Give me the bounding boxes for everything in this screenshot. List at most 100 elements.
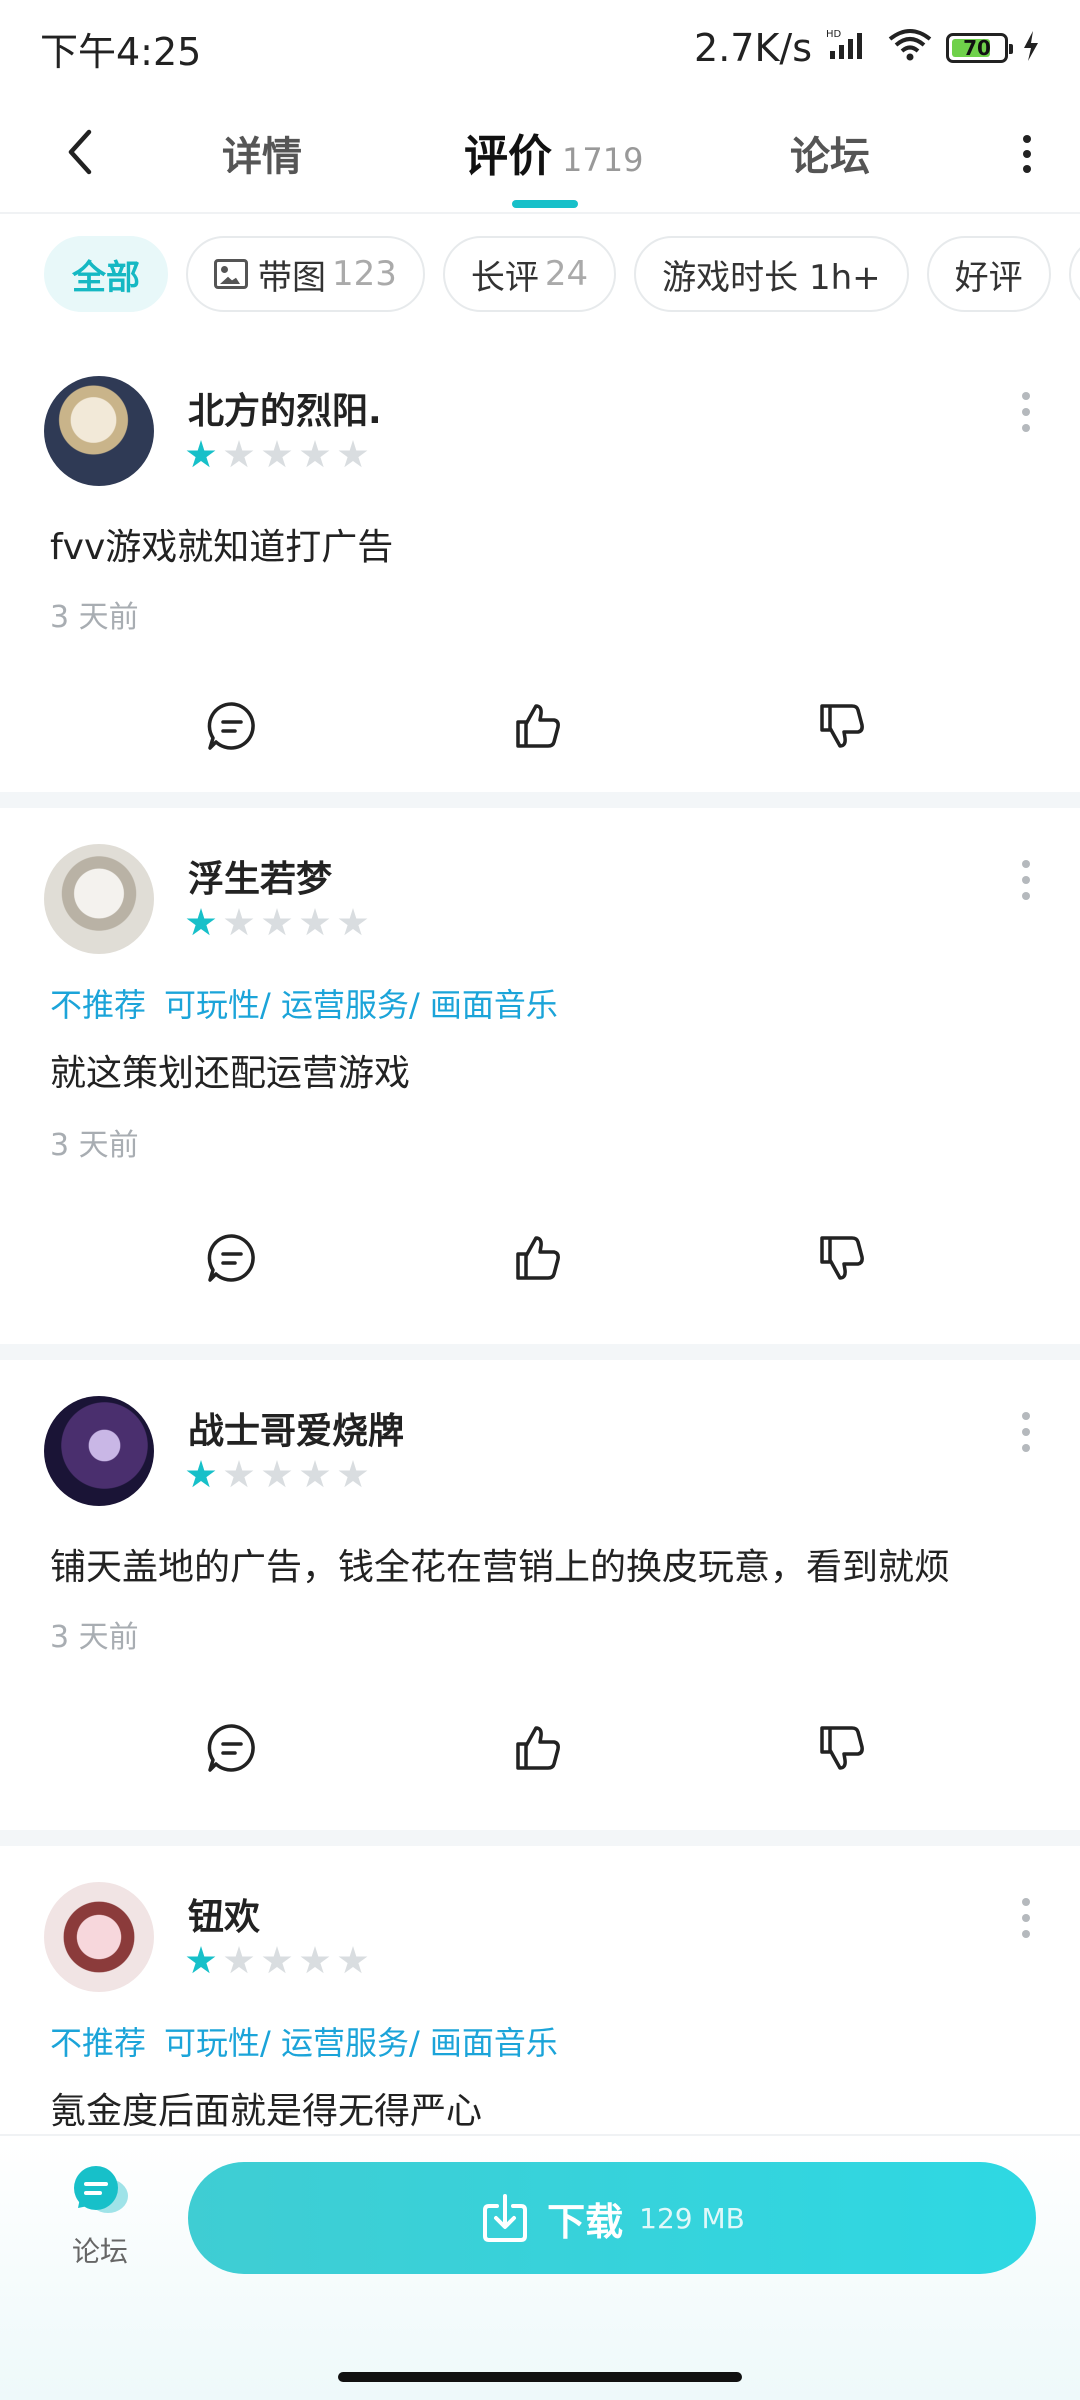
bottom-action-bar: 论坛 下载 129 MB	[0, 2134, 1080, 2400]
download-label: 下载	[547, 2199, 624, 2244]
filter-long-review[interactable]: 长评 24	[442, 236, 617, 312]
status-icons: 2.7K/s HD 70	[694, 26, 1040, 70]
review-card[interactable]: 浮生若梦 不推荐 可玩性/ 运营服务/ 画面音乐 就这策划还配运营游戏 3 天前	[0, 808, 1080, 1344]
battery-level: 70	[963, 36, 991, 60]
tab-reviews-label: 评价	[464, 131, 552, 182]
avatar[interactable]	[44, 376, 154, 486]
more-dot	[1023, 150, 1031, 158]
review-card[interactable]: 北方的烈阳. fvv游戏就知道打广告 3 天前	[0, 340, 1080, 792]
tab-forum[interactable]: 论坛	[790, 124, 870, 182]
review-more-button[interactable]	[1022, 1412, 1030, 1452]
active-tab-indicator	[512, 200, 578, 208]
signal-icon: HD	[826, 26, 874, 70]
wifi-icon	[888, 26, 932, 70]
review-username[interactable]: 浮生若梦	[188, 850, 332, 902]
star-icon	[186, 1460, 216, 1488]
tab-reviews-count: 1719	[562, 141, 644, 179]
tab-details-label: 详情	[222, 134, 302, 180]
review-content[interactable]: 氪金度后面就是得无得严心	[50, 2082, 482, 2134]
tab-reviews[interactable]: 评价 1719	[464, 120, 643, 184]
more-dot	[1022, 1412, 1030, 1420]
star-icon	[186, 908, 216, 936]
review-more-button[interactable]	[1022, 860, 1030, 900]
review-actions	[0, 1218, 1080, 1298]
star-icon	[338, 1460, 368, 1488]
review-actions	[0, 686, 1080, 766]
star-icon	[186, 1946, 216, 1974]
filter-all[interactable]: 全部	[44, 236, 168, 312]
filter-all-label: 全部	[72, 257, 140, 298]
comment-button[interactable]	[192, 1218, 272, 1298]
more-dot	[1022, 1914, 1030, 1922]
review-content[interactable]: fvv游戏就知道打广告	[50, 518, 393, 570]
filter-with-images-count: 123	[332, 254, 397, 294]
back-arrow-icon	[68, 129, 92, 175]
dislike-button[interactable]	[802, 1218, 882, 1298]
section-divider	[0, 792, 1080, 808]
rating-stars	[186, 1460, 368, 1490]
more-dot	[1023, 165, 1031, 173]
more-options-button[interactable]	[1002, 126, 1052, 182]
review-tags: 不推荐 可玩性/ 运营服务/ 画面音乐	[50, 2018, 558, 2064]
more-dot	[1022, 1428, 1030, 1436]
status-time: 下午4:25	[40, 29, 202, 74]
review-content[interactable]: 铺天盖地的广告，钱全花在营销上的换皮玩意，看到就烦	[50, 1538, 950, 1590]
review-username[interactable]: 战士哥爱烧牌	[188, 1402, 404, 1454]
filter-chips: 全部 带图 123 长评 24 游戏时长 1h+ 好评 中评	[0, 236, 1080, 316]
review-content[interactable]: 就这策划还配运营游戏	[50, 1044, 410, 1096]
star-icon	[300, 908, 330, 936]
like-button[interactable]	[498, 1708, 578, 1788]
thumbs-down-icon	[820, 1236, 864, 1280]
filter-with-images[interactable]: 带图 123	[186, 236, 425, 312]
comment-icon	[207, 702, 255, 750]
filter-positive-label: 好评	[954, 257, 1023, 298]
comment-icon	[207, 1724, 255, 1772]
download-button[interactable]: 下载 129 MB	[188, 2162, 1036, 2274]
download-icon	[483, 2194, 528, 2242]
filter-positive[interactable]: 好评	[926, 236, 1051, 312]
comment-icon	[207, 1234, 255, 1282]
review-time: 3 天前	[50, 1620, 139, 1655]
like-button[interactable]	[498, 686, 578, 766]
review-more-button[interactable]	[1022, 392, 1030, 432]
review-card[interactable]: 战士哥爱烧牌 铺天盖地的广告，钱全花在营销上的换皮玩意，看到就烦 3 天前	[0, 1360, 1080, 1830]
thumbs-up-icon	[516, 704, 560, 748]
review-page: 下午4:25 2.7K/s HD 70 详情 评价 1719 论坛 全部 带图 …	[0, 0, 1080, 2400]
recommend-tag: 不推荐	[50, 986, 147, 1024]
dislike-button[interactable]	[802, 1708, 882, 1788]
like-button[interactable]	[498, 1218, 578, 1298]
star-icon	[224, 440, 254, 468]
comment-button[interactable]	[192, 686, 272, 766]
home-indicator[interactable]	[338, 2372, 742, 2382]
more-dot	[1022, 1444, 1030, 1452]
avatar[interactable]	[44, 844, 154, 954]
star-icon	[338, 440, 368, 468]
more-dot	[1022, 1930, 1030, 1938]
battery-icon: 70	[946, 33, 1013, 63]
thumbs-down-icon	[820, 1726, 864, 1770]
avatar[interactable]	[44, 1882, 154, 1992]
avatar[interactable]	[44, 1396, 154, 1506]
review-list: 北方的烈阳. fvv游戏就知道打广告 3 天前 浮生若梦 不推荐 可玩性/ 运营…	[0, 340, 1080, 2186]
more-dot	[1023, 135, 1031, 143]
filter-playtime-label: 游戏时长 1h+	[662, 257, 881, 298]
filter-neutral[interactable]: 中评	[1068, 236, 1080, 312]
more-dot	[1022, 892, 1030, 900]
review-username[interactable]: 北方的烈阳.	[188, 382, 382, 434]
rating-stars	[186, 440, 368, 470]
dislike-button[interactable]	[802, 686, 882, 766]
review-username[interactable]: 钮欢	[188, 1888, 260, 1940]
more-dot	[1022, 408, 1030, 416]
forum-button[interactable]: 论坛	[60, 2164, 140, 2270]
charging-icon	[1022, 26, 1040, 70]
rating-stars	[186, 908, 368, 938]
review-more-button[interactable]	[1022, 1898, 1030, 1938]
filter-long-review-count: 24	[544, 254, 589, 294]
star-icon	[186, 440, 216, 468]
back-button[interactable]	[50, 122, 110, 182]
star-icon	[262, 440, 292, 468]
tab-details[interactable]: 详情	[222, 124, 302, 182]
more-dot	[1022, 424, 1030, 432]
comment-button[interactable]	[192, 1708, 272, 1788]
filter-playtime[interactable]: 游戏时长 1h+	[634, 236, 909, 312]
